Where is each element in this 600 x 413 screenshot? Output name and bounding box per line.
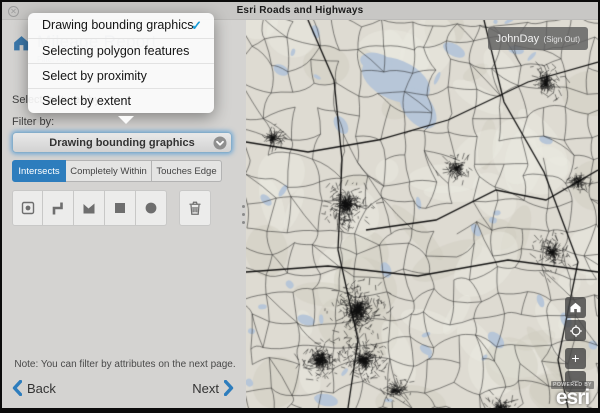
selection-method-menu: Drawing bounding graphics ✓ Selecting po… <box>28 13 214 113</box>
map-canvas[interactable] <box>246 20 598 408</box>
selection-method-dropdown[interactable]: Drawing bounding graphics <box>12 132 232 153</box>
tab-completely-within[interactable]: Completely Within <box>66 160 152 182</box>
rectangle-icon <box>111 199 129 217</box>
trash-icon <box>186 199 204 217</box>
home-icon <box>569 301 582 314</box>
tab-touches-edge[interactable]: Touches Edge <box>152 160 222 182</box>
menu-caret <box>118 116 134 124</box>
next-button[interactable]: Next <box>192 380 234 396</box>
menu-item-select-by-proximity[interactable]: Select by proximity <box>28 63 214 88</box>
menu-item-label: Selecting polygon features <box>42 44 189 58</box>
menu-item-drawing-bounding-graphics[interactable]: Drawing bounding graphics ✓ <box>28 13 214 38</box>
user-badge[interactable]: JohnDay (Sign Out) <box>488 27 588 50</box>
sign-out-link[interactable]: (Sign Out) <box>544 35 580 44</box>
map-home-button[interactable] <box>565 297 586 318</box>
menu-item-select-by-extent[interactable]: Select by extent <box>28 88 214 113</box>
esri-wordmark: esri <box>551 389 594 407</box>
close-icon[interactable]: ✕ <box>8 6 19 17</box>
check-icon: ✓ <box>191 13 202 38</box>
circle-icon <box>142 199 160 217</box>
user-name: JohnDay <box>496 33 539 45</box>
rectangle-tool-button[interactable] <box>105 190 136 226</box>
chevron-right-icon <box>224 380 234 396</box>
polygon-icon <box>80 199 98 217</box>
draw-toolbar <box>12 190 240 226</box>
menu-item-selecting-polygon-features[interactable]: Selecting polygon features <box>28 38 214 63</box>
chevron-left-icon <box>12 380 22 396</box>
point-icon <box>19 199 37 217</box>
clear-graphics-button[interactable] <box>179 190 211 226</box>
back-label: Back <box>27 381 56 396</box>
menu-item-label: Drawing bounding graphics <box>42 18 193 32</box>
zoom-in-icon: + <box>571 349 579 368</box>
window-frame: ✕ Esri Roads and Highways Mileage Report… <box>0 0 600 413</box>
app-window: ✕ Esri Roads and Highways Mileage Report… <box>2 2 598 408</box>
map-container: JohnDay (Sign Out) + − POWERED BY esri <box>246 20 598 408</box>
map-controls: + − <box>565 297 586 394</box>
back-button[interactable]: Back <box>12 380 56 396</box>
menu-item-label: Select by extent <box>42 94 131 108</box>
locate-icon <box>569 324 583 338</box>
spatial-relation-tabs: Intersects Completely Within Touches Edg… <box>12 160 222 182</box>
chevron-down-icon <box>213 136 227 150</box>
circle-tool-button[interactable] <box>136 190 167 226</box>
point-tool-button[interactable] <box>12 190 43 226</box>
map-locate-button[interactable] <box>565 320 586 341</box>
next-label: Next <box>192 381 219 396</box>
polyline-icon <box>49 199 67 217</box>
tab-intersects[interactable]: Intersects <box>12 160 66 182</box>
dropdown-selected-value: Drawing bounding graphics <box>49 137 194 149</box>
panel-footer: Back Next <box>12 380 234 400</box>
menu-item-label: Select by proximity <box>42 69 147 83</box>
note-text: Note: You can filter by attributes on th… <box>12 359 238 370</box>
zoom-in-button[interactable]: + <box>565 348 586 369</box>
polygon-tool-button[interactable] <box>74 190 105 226</box>
polyline-tool-button[interactable] <box>43 190 74 226</box>
esri-logo: POWERED BY esri <box>551 381 594 407</box>
